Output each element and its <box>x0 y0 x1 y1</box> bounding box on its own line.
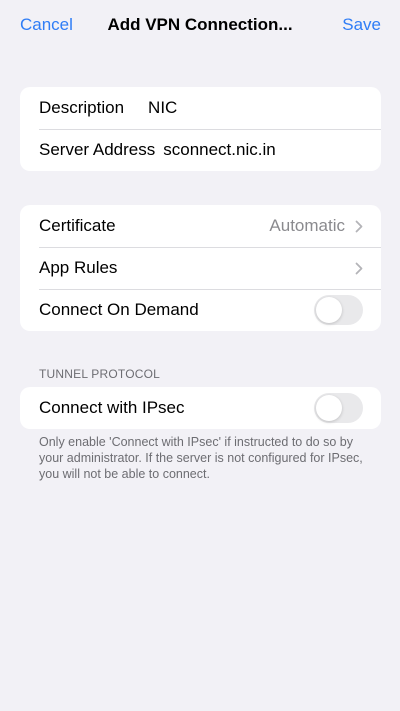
server-address-label: Server Address <box>39 140 156 159</box>
tunnel-protocol-group: Connect with IPsec <box>20 387 381 429</box>
connect-with-ipsec-label: Connect with IPsec <box>39 398 185 417</box>
app-rules-row[interactable]: App Rules <box>20 247 381 289</box>
app-rules-label: App Rules <box>39 258 118 277</box>
toggle-knob <box>316 297 342 323</box>
description-label: Description <box>39 98 125 117</box>
certificate-label: Certificate <box>39 216 116 235</box>
connect-with-ipsec-control <box>314 393 363 423</box>
connect-on-demand-label: Connect On Demand <box>39 300 199 319</box>
description-row[interactable]: Description NIC <box>20 87 381 129</box>
description-field[interactable]: NIC <box>148 98 177 118</box>
connection-details-group: Description NIC Server Address sconnect.… <box>20 87 381 171</box>
certificate-value: Automatic <box>269 216 345 235</box>
toggle-knob <box>316 395 342 421</box>
connect-on-demand-control <box>314 295 363 325</box>
certificate-detail: Automatic <box>269 216 363 236</box>
server-address-row[interactable]: Server Address sconnect.nic.in <box>20 129 381 171</box>
connect-with-ipsec-toggle[interactable] <box>314 393 363 423</box>
connect-on-demand-toggle[interactable] <box>314 295 363 325</box>
chevron-right-icon <box>355 220 363 232</box>
app-rules-detail <box>355 262 363 275</box>
certificate-row[interactable]: Certificate Automatic <box>20 205 381 247</box>
connect-on-demand-row: Connect On Demand <box>20 289 381 331</box>
page-title: Add VPN Connection... <box>107 15 293 34</box>
chevron-right-icon <box>355 262 363 274</box>
tunnel-protocol-header: TUNNEL PROTOCOL <box>39 367 161 381</box>
ipsec-footer-note: Only enable 'Connect with IPsec' if inst… <box>39 435 363 481</box>
save-button[interactable]: Save <box>342 15 381 35</box>
navigation-bar: Cancel Add VPN Connection... Save <box>0 0 400 52</box>
connect-with-ipsec-row: Connect with IPsec <box>20 387 381 429</box>
server-address-field[interactable]: sconnect.nic.in <box>163 140 275 160</box>
settings-group: Certificate Automatic App Rules Connect … <box>20 205 381 331</box>
